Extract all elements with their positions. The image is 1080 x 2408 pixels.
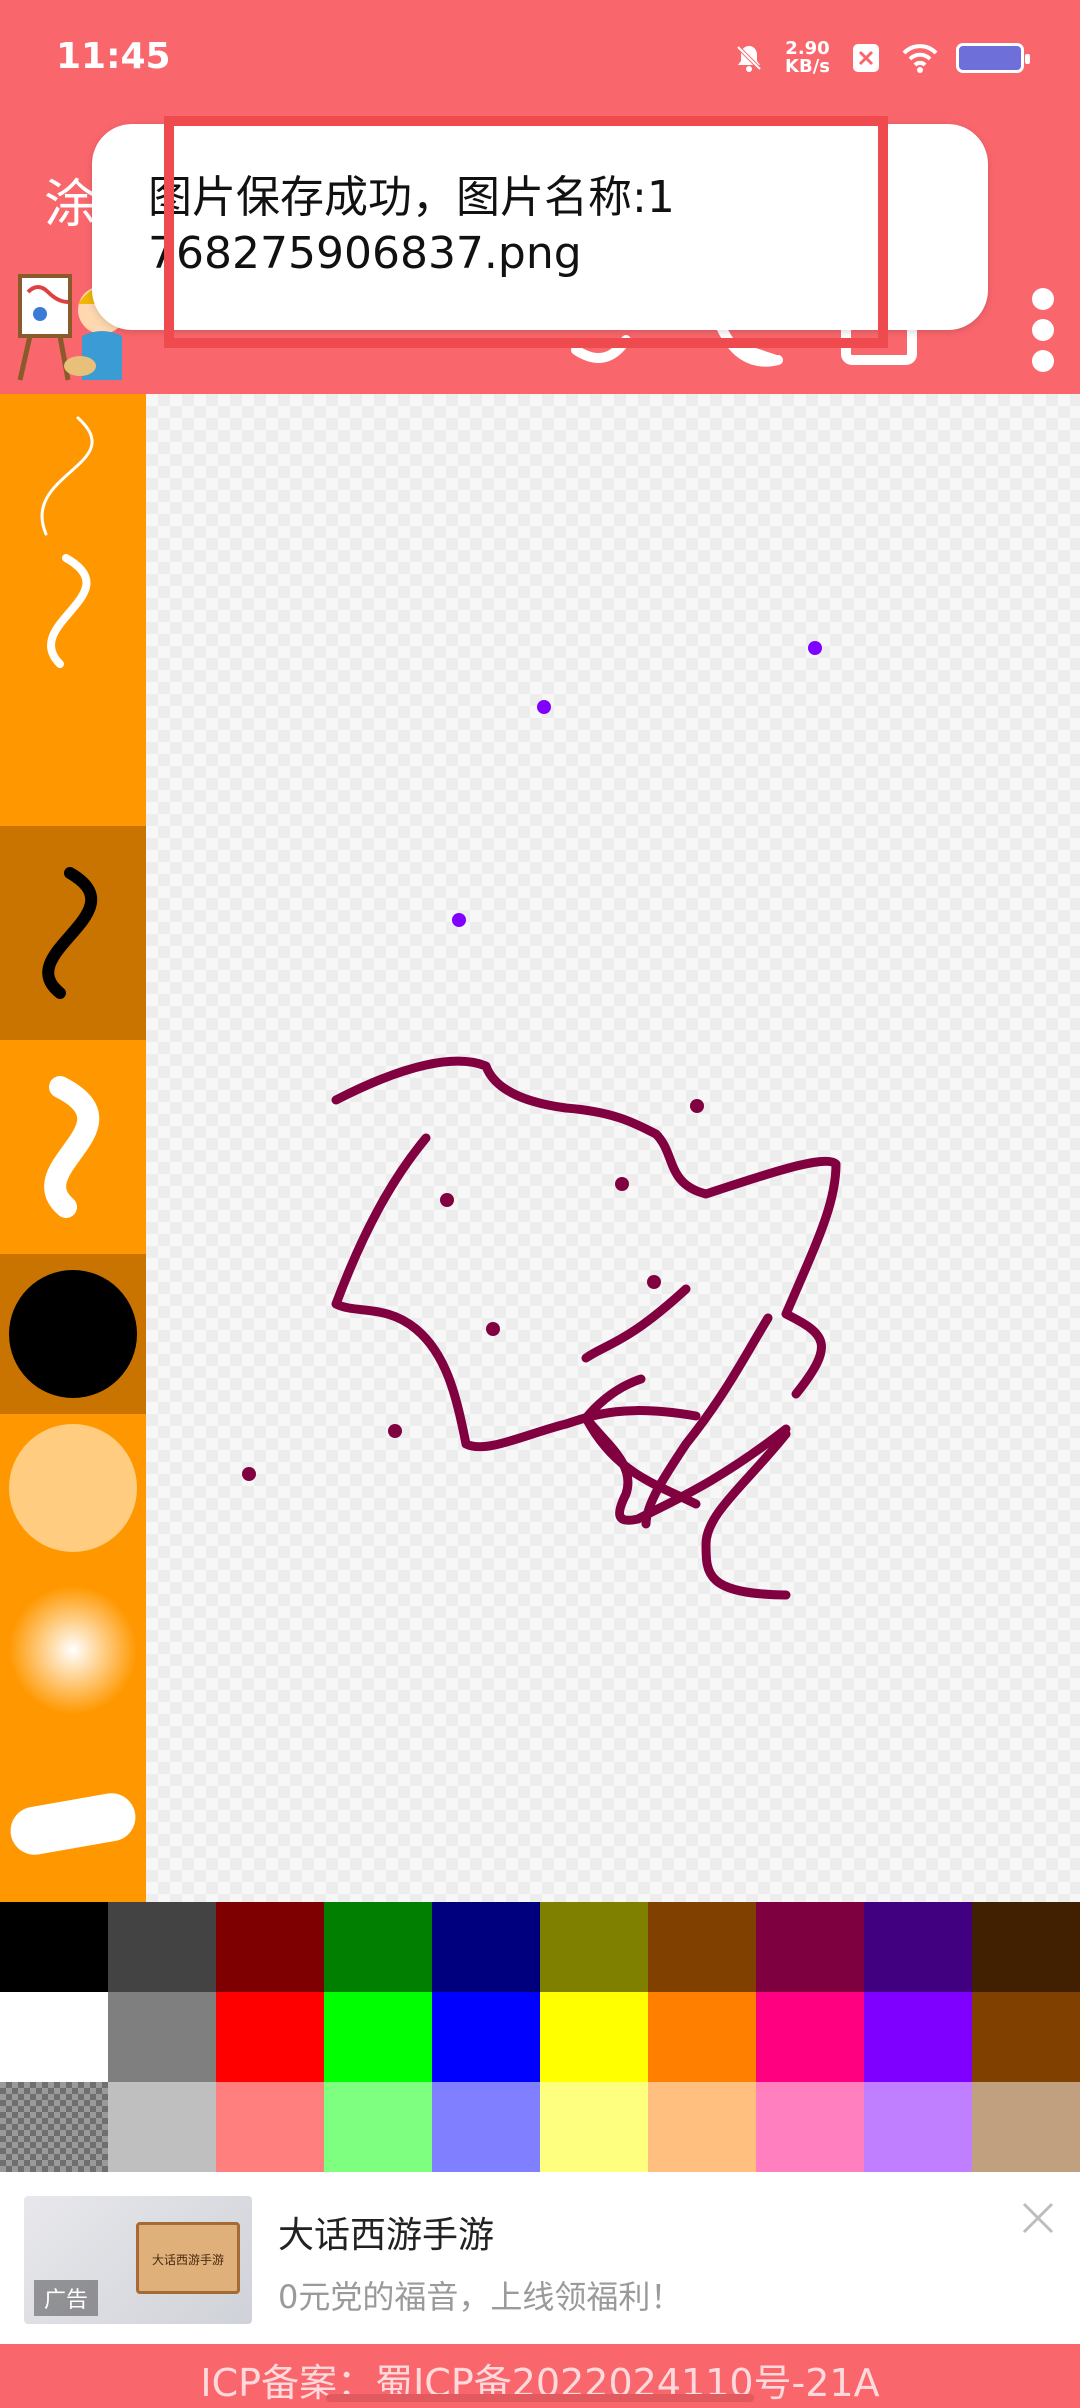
ad-description: 0元党的福音，上线领福利！: [278, 2278, 683, 2316]
color-swatch[interactable]: [756, 1992, 864, 2082]
color-swatch[interactable]: [216, 2082, 324, 2172]
drawing-layer: [242, 641, 841, 1600]
color-swatch[interactable]: [972, 1992, 1080, 2082]
drawn-strokes: [331, 1056, 841, 1600]
color-swatch[interactable]: [648, 2082, 756, 2172]
sim-x-icon: [848, 40, 884, 76]
color-swatch[interactable]: [432, 1902, 540, 1992]
color-swatch[interactable]: [756, 1902, 864, 1992]
color-swatch[interactable]: [972, 2082, 1080, 2172]
color-swatch-transparent[interactable]: [0, 2082, 108, 2172]
color-swatch[interactable]: [108, 1902, 216, 1992]
net-speed-unit: KB/s: [785, 56, 830, 77]
color-swatch[interactable]: [540, 2082, 648, 2172]
app-title: 涂: [44, 175, 97, 235]
color-swatch[interactable]: [216, 1902, 324, 1992]
color-swatch[interactable]: [108, 1992, 216, 2082]
medium-line-brush[interactable]: [0, 534, 146, 680]
color-swatch[interactable]: [864, 2082, 972, 2172]
color-swatch[interactable]: [0, 1902, 108, 1992]
color-swatch[interactable]: [648, 1902, 756, 1992]
toast-message: 图片保存成功，图片名称:1768275906837.png: [148, 172, 675, 279]
purple-dots: [452, 641, 822, 927]
color-palette: [0, 1902, 1080, 2172]
color-swatch[interactable]: [864, 1992, 972, 2082]
color-swatch[interactable]: [108, 2082, 216, 2172]
color-swatch[interactable]: [0, 1992, 108, 2082]
ad-thumbnail[interactable]: 大话西游手游 广告: [24, 2196, 252, 2324]
soft-circle-brush[interactable]: [0, 1414, 146, 1562]
more-options-icon[interactable]: [1028, 288, 1058, 372]
battery-icon: [956, 43, 1030, 73]
ad-banner[interactable]: 大话西游手游 广告 大话西游手游 0元党的福音，上线领福利！: [0, 2172, 1080, 2344]
close-icon[interactable]: [1018, 2198, 1058, 2238]
thin-line-brush[interactable]: [0, 394, 146, 540]
brush-panel: [0, 394, 146, 1902]
network-speed: 2.90 KB/s: [785, 40, 830, 76]
wifi-icon: [902, 40, 938, 76]
color-swatch[interactable]: [648, 1992, 756, 2082]
thick-line-brush[interactable]: [0, 826, 146, 1040]
ad-title[interactable]: 大话西游手游: [278, 2206, 494, 2258]
toast-notification: 图片保存成功，图片名称:1768275906837.png: [92, 124, 988, 330]
home-indicator[interactable]: [326, 2394, 754, 2402]
extra-thick-line-brush[interactable]: [0, 1040, 146, 1254]
color-swatch[interactable]: [216, 1992, 324, 2082]
ad-game-box: 大话西游手游: [136, 2222, 240, 2294]
mute-bell-icon: [731, 40, 767, 76]
marker-brush[interactable]: [0, 1764, 146, 1890]
ad-badge: 广告: [34, 2280, 99, 2316]
color-swatch[interactable]: [324, 1902, 432, 1992]
status-icons: 2.90 KB/s: [731, 40, 1030, 76]
color-swatch[interactable]: [972, 1902, 1080, 1992]
color-swatch[interactable]: [432, 2082, 540, 2172]
color-swatch[interactable]: [540, 1992, 648, 2082]
color-swatch[interactable]: [432, 1992, 540, 2082]
color-swatch[interactable]: [864, 1902, 972, 1992]
color-swatch[interactable]: [324, 1992, 432, 2082]
ad-box-label: 大话西游手游: [151, 2253, 224, 2267]
glow-brush[interactable]: [0, 1570, 146, 1730]
solid-circle-brush[interactable]: [0, 1254, 146, 1414]
color-swatch[interactable]: [756, 2082, 864, 2172]
color-swatch[interactable]: [540, 1902, 648, 1992]
color-swatch[interactable]: [324, 2082, 432, 2172]
drawing-canvas[interactable]: [146, 394, 1080, 1902]
status-time: 11:45: [56, 36, 171, 77]
drawn-dots: [242, 1099, 704, 1481]
status-bar: 11:45 2.90 KB/s: [0, 0, 1080, 130]
